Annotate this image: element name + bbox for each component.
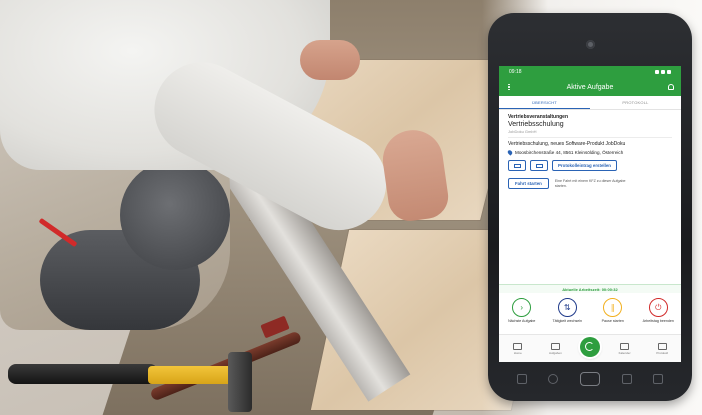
control-label: Arbeitstag beenden [642, 319, 674, 323]
hammer-head [228, 352, 252, 412]
app-bar: Aktive Aufgabe [499, 78, 681, 96]
timer-icon [585, 342, 595, 351]
document-button[interactable] [530, 160, 548, 171]
pause-icon: ∥ [603, 298, 623, 317]
task-details: Vertriebsveranstaltungen Vertriebsschulu… [499, 110, 681, 189]
control-buttons: › Nächste Aufgabe ⇅ Tätigkeit wechseln ∥… [499, 294, 681, 334]
call-button[interactable] [508, 160, 526, 171]
location-pin-icon [506, 149, 514, 156]
protocol-icon [657, 342, 667, 350]
status-time: 09:18 [509, 69, 522, 75]
control-label: Tätigkeit wechseln [552, 319, 583, 323]
phone-icon [513, 163, 521, 168]
tab-protocol[interactable]: PROTOKOLL [590, 96, 681, 109]
nav-protocol[interactable]: Protokoll [649, 342, 675, 355]
smartphone: 09:18 Aktive Aufgabe ÜBERSICHT PROTOKOLL… [488, 13, 692, 401]
tasks-icon [550, 342, 560, 350]
timer-fab-button[interactable] [579, 336, 600, 357]
home-button[interactable] [579, 372, 600, 386]
signal-icon [655, 70, 659, 74]
tab-overview[interactable]: ÜBERSICHT [499, 96, 590, 109]
app-screen: 09:18 Aktive Aufgabe ÜBERSICHT PROTOKOLL… [499, 66, 681, 362]
start-pause-button[interactable]: ∥ Pause starten [595, 298, 631, 334]
recent-apps-icon[interactable] [516, 374, 527, 384]
nav-label: Home [513, 350, 522, 355]
status-bar: 09:18 [499, 66, 681, 78]
phone-hardware-buttons [506, 369, 674, 389]
task-category: Vertriebsveranstaltungen [508, 114, 569, 120]
switch-activity-button[interactable]: ⇅ Tätigkeit wechseln [549, 298, 585, 334]
back-icon[interactable] [653, 374, 664, 384]
bottom-nav: Home Aufgaben Kalender Protokoll [499, 334, 681, 362]
worker-hand [300, 40, 360, 80]
nav-calendar[interactable]: Kalender [612, 342, 638, 355]
hammer-handle [8, 364, 158, 384]
wifi-icon [661, 70, 665, 74]
worktime-label: Aktuelle Arbeitszeit: 00:00:32 [499, 284, 681, 293]
document-icon [535, 163, 543, 168]
power-icon: ⏻ [648, 298, 668, 317]
hammer-grip [148, 366, 238, 384]
action-row: Protokolleintrag erstellen [508, 160, 672, 171]
address-text: Moosbirchenstraße 44, 8561 Kleinsölding,… [515, 150, 624, 155]
nav-label: Kalender [618, 350, 631, 355]
menu-icon[interactable] [506, 83, 512, 91]
divider [508, 137, 672, 138]
trip-note: Eine Fahrt mit einem KFZ zu dieser Aufga… [554, 178, 626, 188]
camera-icon[interactable] [621, 374, 632, 384]
end-workday-button[interactable]: ⏻ Arbeitstag beenden [640, 298, 676, 334]
start-trip-button[interactable]: Fahrt starten [508, 178, 549, 189]
next-icon: › [512, 298, 532, 317]
control-label: Nächste Aufgabe [508, 319, 536, 323]
worker-kneepad [120, 160, 230, 270]
phone-call-icon[interactable] [548, 374, 559, 384]
create-protocol-button[interactable]: Protokolleintrag erstellen [552, 160, 617, 171]
status-icons [655, 70, 671, 74]
front-camera [586, 40, 595, 49]
tab-bar: ÜBERSICHT PROTOKOLL [499, 96, 681, 110]
nav-tasks[interactable]: Aufgaben [542, 342, 568, 355]
task-address[interactable]: Moosbirchenstraße 44, 8561 Kleinsölding,… [506, 149, 672, 156]
battery-icon [667, 70, 671, 74]
task-company: JobDoku GmbH [508, 129, 537, 134]
page-title: Aktive Aufgabe [566, 83, 614, 91]
bell-icon[interactable] [667, 84, 674, 90]
trip-row: Fahrt starten Eine Fahrt mit einem KFZ z… [508, 178, 672, 189]
home-icon [513, 342, 523, 350]
task-title: Vertriebsschulung [508, 121, 564, 128]
control-label: Pause starten [601, 319, 624, 323]
switch-icon: ⇅ [557, 298, 577, 317]
nav-label: Protokoll [656, 350, 668, 355]
next-task-button[interactable]: › Nächste Aufgabe [504, 298, 540, 334]
nav-label: Aufgaben [548, 350, 562, 355]
nav-home[interactable]: Home [505, 342, 531, 355]
task-description: Vertriebsschulung, neues Software-Produk… [508, 141, 626, 147]
calendar-icon [620, 342, 630, 350]
